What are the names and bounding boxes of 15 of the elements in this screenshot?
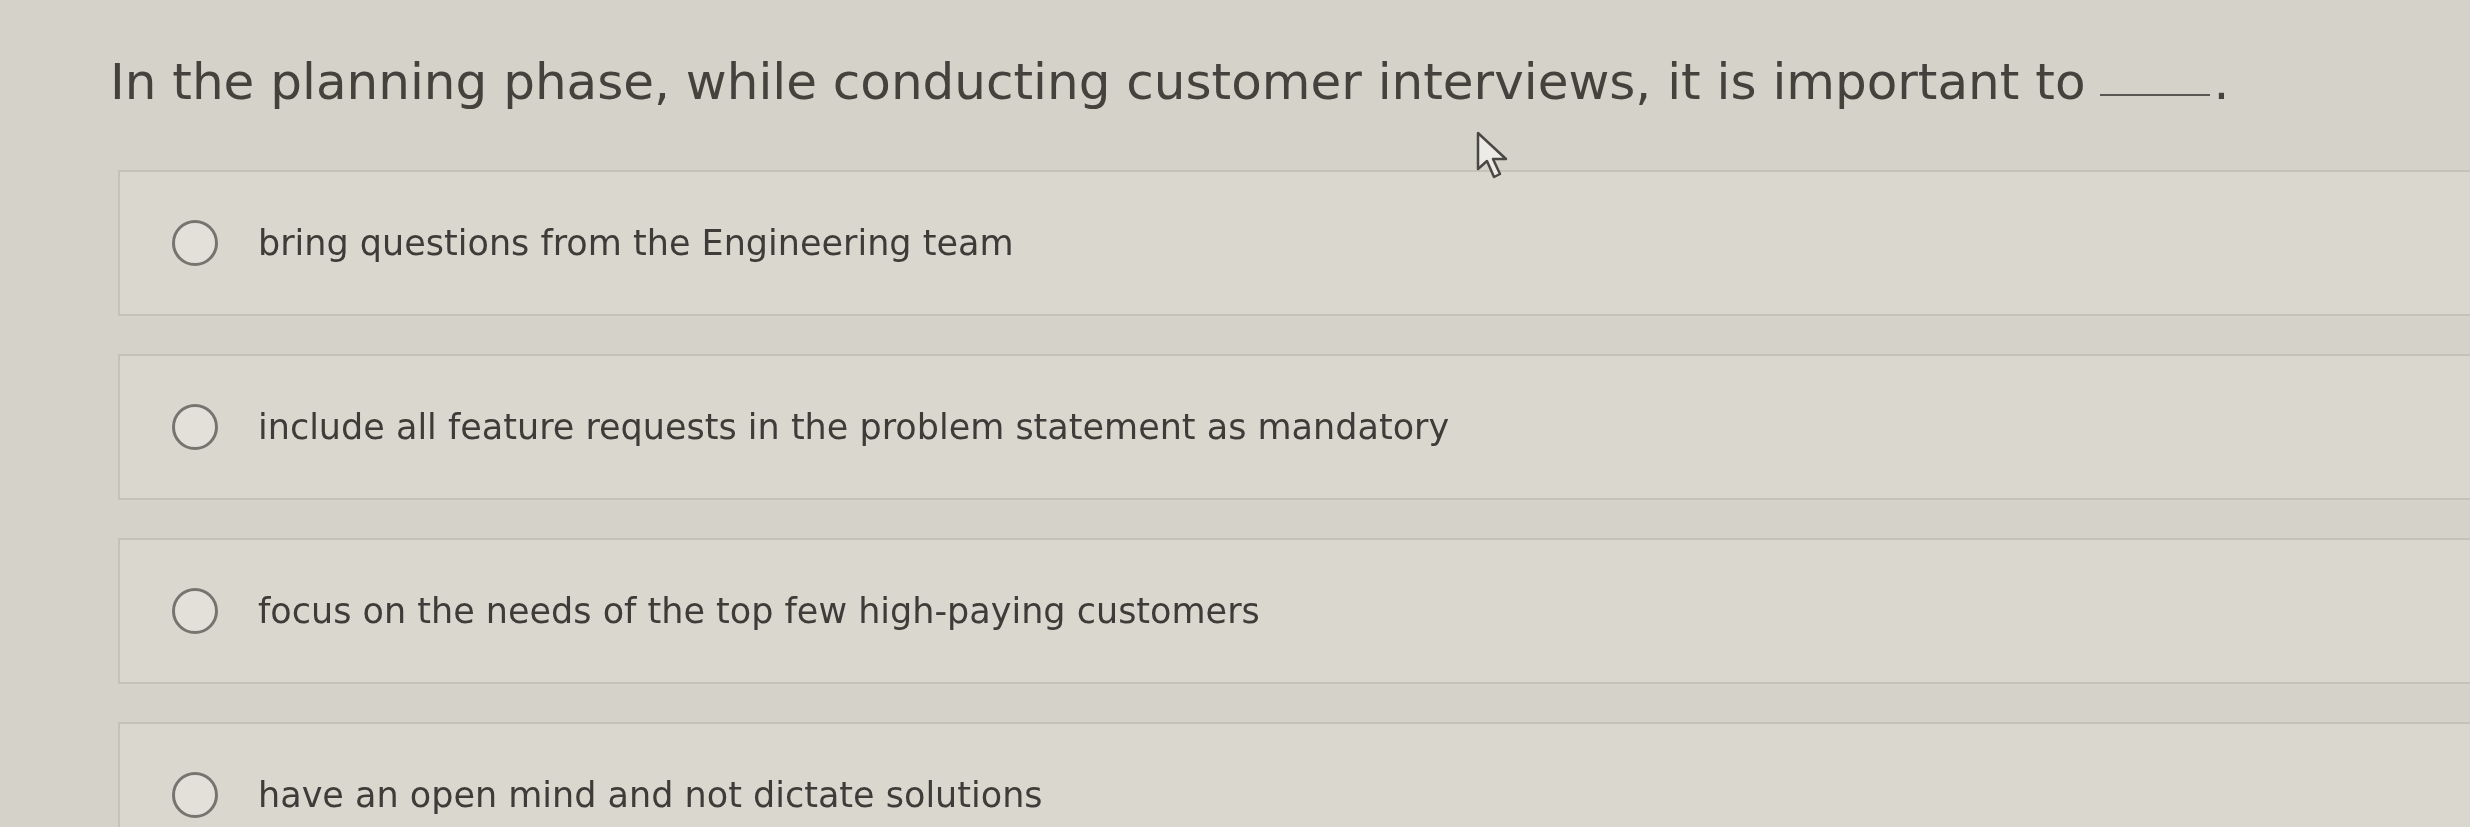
- radio-button[interactable]: [172, 220, 218, 266]
- question-period: .: [2213, 52, 2230, 112]
- question-text: In the planning phase, while conducting customer interviews, it is important to: [110, 52, 2086, 112]
- mouse-pointer-icon: [1476, 131, 1510, 179]
- answer-option[interactable]: bring questions from the Engineering team: [118, 170, 2470, 316]
- answer-option[interactable]: have an open mind and not dictate solutions: [118, 722, 2470, 827]
- answer-option[interactable]: focus on the needs of the top few high-paying customers: [118, 538, 2470, 684]
- option-label: focus on the needs of the top few high-paying customers: [258, 590, 1260, 633]
- radio-button[interactable]: [172, 772, 218, 818]
- radio-button[interactable]: [172, 588, 218, 634]
- option-label: include all feature requests in the problem statement as mandatory: [258, 406, 1450, 449]
- radio-button[interactable]: [172, 404, 218, 450]
- answer-option[interactable]: include all feature requests in the problem statement as mandatory: [118, 354, 2470, 500]
- option-label: bring questions from the Engineering team: [258, 222, 1014, 265]
- option-label: have an open mind and not dictate solutions: [258, 774, 1043, 817]
